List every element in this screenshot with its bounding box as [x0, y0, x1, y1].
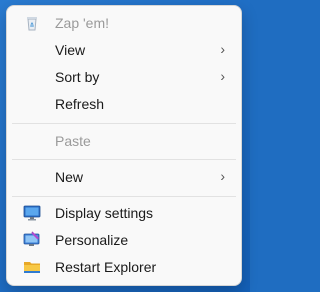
menu-item-zap-em: Zap 'em! — [12, 11, 236, 36]
chevron-right-icon: › — [220, 68, 225, 84]
desktop-background[interactable]: Zap 'em! View › Sort by › Refresh Paste … — [0, 0, 250, 292]
recycle-bin-icon — [23, 14, 41, 32]
menu-item-label: View — [55, 42, 86, 58]
menu-item-sort-by[interactable]: Sort by › — [12, 65, 236, 90]
menu-item-label: Personalize — [55, 232, 129, 248]
menu-item-restart-explorer[interactable]: Restart Explorer — [12, 255, 236, 280]
menu-separator — [12, 123, 236, 124]
menu-item-label: Paste — [55, 133, 91, 149]
desktop-context-menu: Zap 'em! View › Sort by › Refresh Paste … — [6, 5, 242, 286]
monitor-icon — [23, 204, 41, 222]
menu-item-label: Restart Explorer — [55, 259, 157, 275]
menu-item-personalize[interactable]: Personalize — [12, 228, 236, 253]
personalize-icon — [23, 231, 41, 249]
menu-item-label: New — [55, 169, 84, 185]
menu-item-paste: Paste — [12, 129, 236, 154]
menu-item-label: Sort by — [55, 69, 100, 85]
menu-item-label: Refresh — [55, 96, 105, 112]
menu-separator — [12, 196, 236, 197]
menu-item-view[interactable]: View › — [12, 38, 236, 63]
menu-item-label: Display settings — [55, 205, 154, 221]
menu-item-refresh[interactable]: Refresh — [12, 92, 236, 117]
menu-item-label: Zap 'em! — [55, 15, 110, 31]
menu-separator — [12, 159, 236, 160]
folder-icon — [23, 258, 41, 276]
chevron-right-icon: › — [220, 168, 225, 184]
chevron-right-icon: › — [220, 41, 225, 57]
menu-item-display-settings[interactable]: Display settings — [12, 201, 236, 226]
menu-item-new[interactable]: New › — [12, 165, 236, 190]
